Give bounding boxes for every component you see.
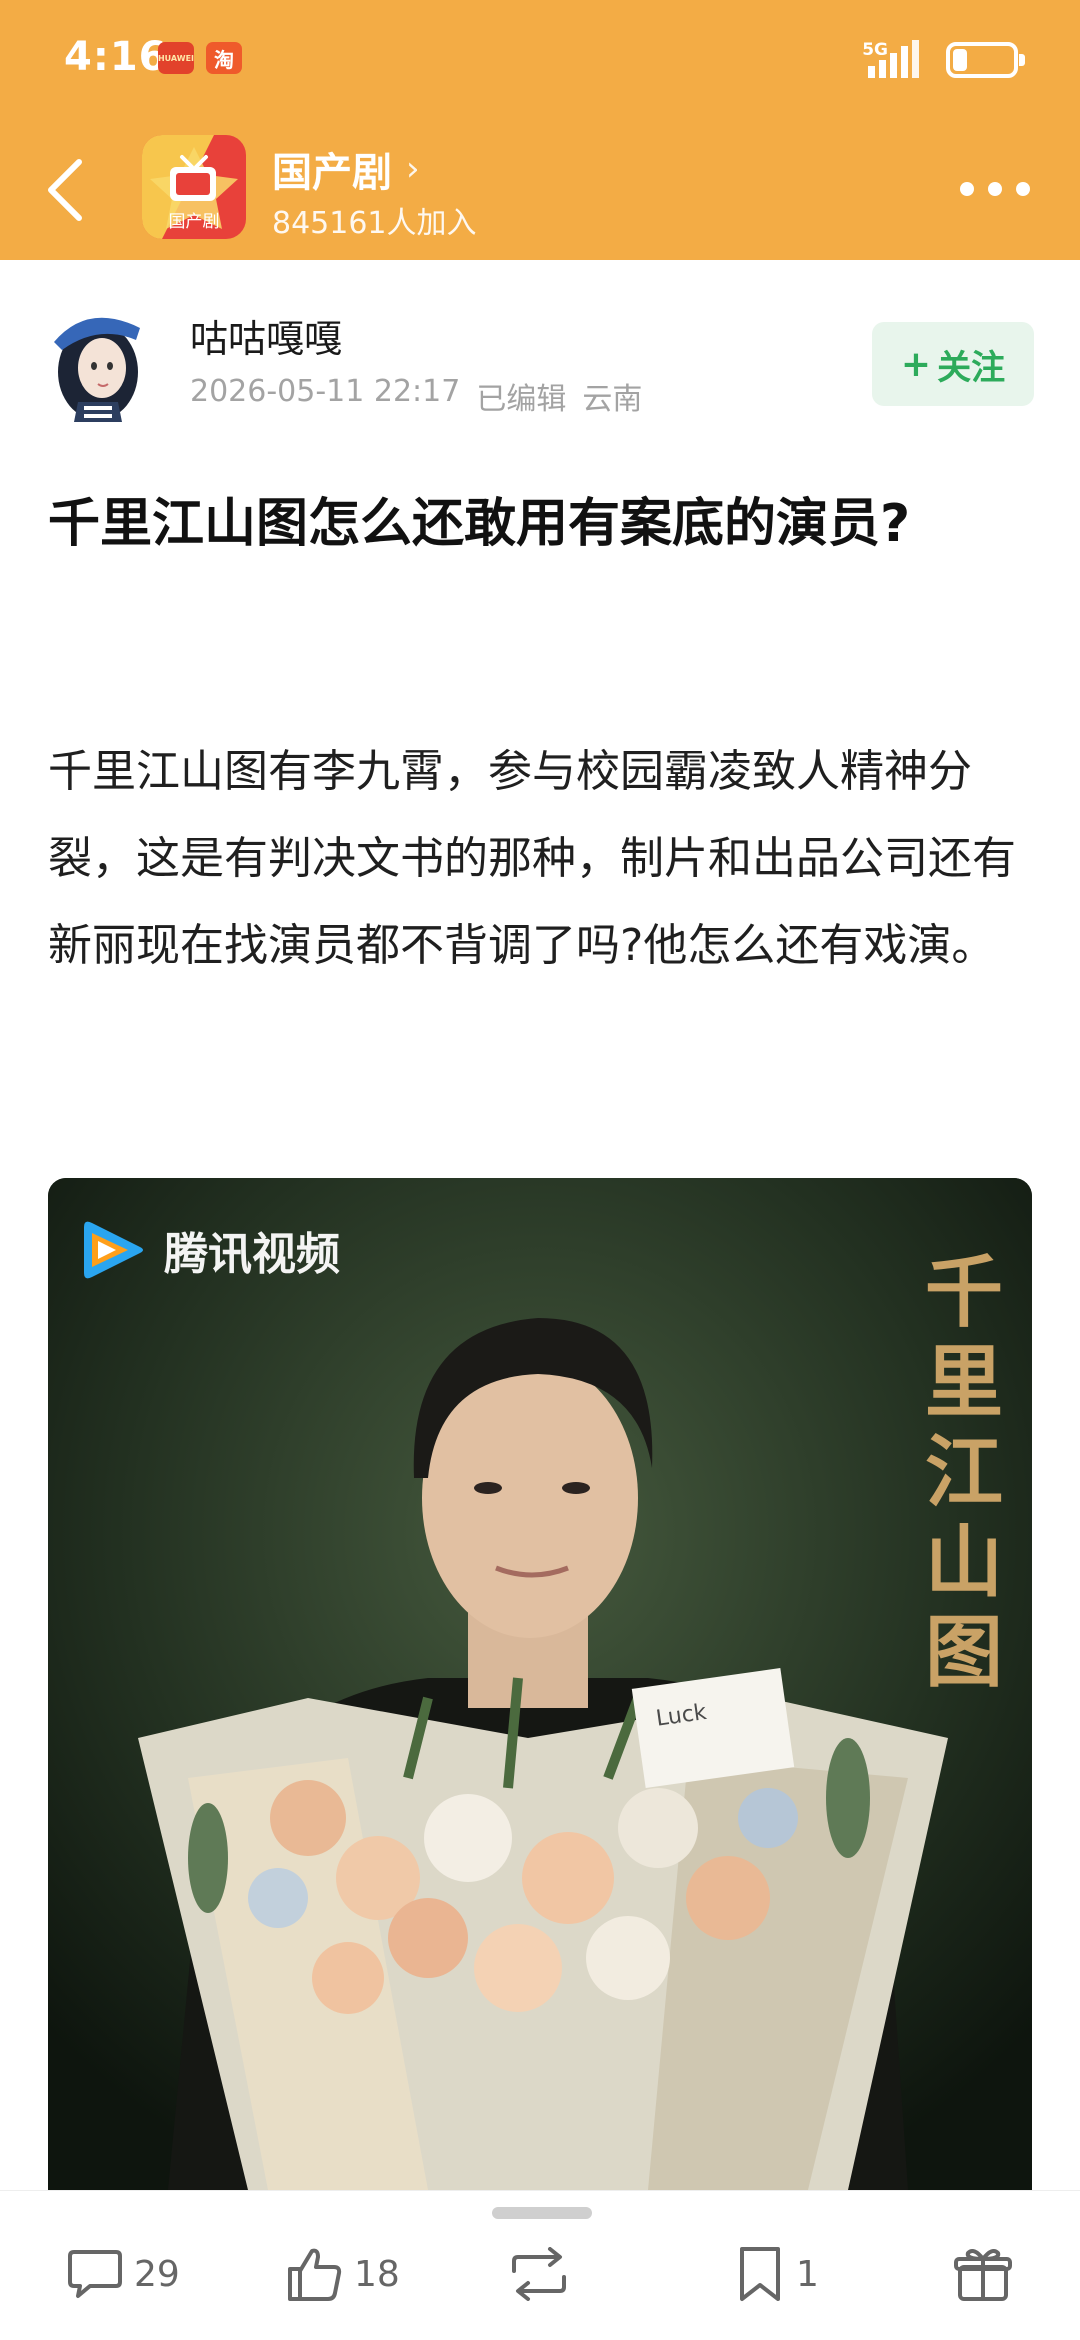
top-header: 4:16 HUAWEI 淘 5G 国产剧 国产剧 › 845161人加入 — [0, 0, 1080, 260]
thumbs-up-icon — [288, 2248, 342, 2301]
group-nav-bar: 国产剧 国产剧 › 845161人加入 — [0, 120, 1080, 260]
actor-photo: Luck — [48, 1178, 1032, 2190]
post-date: 2026-05-11 22:17 — [190, 374, 461, 409]
gift-icon — [954, 2249, 1012, 2301]
plus-icon: + — [900, 343, 932, 385]
drama-logo-char: 江 — [924, 1427, 1003, 1518]
like-button[interactable]: 18 — [286, 2241, 400, 2307]
drama-title-logo: 千 里 江 山 图 — [924, 1248, 1004, 1698]
favorite-count: 1 — [796, 2253, 819, 2295]
tencent-video-watermark: 腾讯视频 — [78, 1218, 340, 1282]
post-image[interactable]: Luck 腾讯视频 千 里 江 山 图 — [48, 1178, 1032, 2190]
watermark-text: 腾讯视频 — [164, 1229, 340, 1280]
huawei-notification-icon: HUAWEI — [158, 42, 194, 74]
bottom-action-bar: 29 18 1 — [0, 2190, 1080, 2340]
post-title: 千里江山图怎么还敢用有案底的演员? — [48, 494, 911, 554]
tencent-video-logo-icon — [84, 1221, 143, 1279]
svg-text:国产剧: 国产剧 — [169, 212, 220, 232]
follow-label: 关注 — [937, 347, 1006, 388]
post-body: 千里江山图有李九霄，参与校园霸凌致人精神分裂，这是有判决文书的那种，制片和出品公… — [48, 746, 1016, 971]
user-avatar-icon — [54, 317, 140, 422]
group-name-link[interactable]: 国产剧 › — [272, 140, 420, 198]
dot-icon — [960, 182, 974, 196]
group-logo[interactable]: 国产剧 — [142, 135, 246, 239]
comment-count: 29 — [134, 2253, 180, 2295]
dot-icon — [1016, 182, 1030, 196]
repost-button[interactable] — [506, 2241, 572, 2307]
post-location: 云南 — [582, 382, 643, 417]
author-name[interactable]: 咕咕嘎嘎 — [190, 308, 342, 363]
more-options-button[interactable] — [950, 164, 1040, 214]
favorite-button[interactable]: 1 — [734, 2241, 819, 2307]
drag-handle[interactable] — [492, 2207, 592, 2219]
battery-icon — [946, 42, 1025, 78]
drama-logo-char: 里 — [924, 1337, 1003, 1428]
tv-group-icon: 国产剧 — [142, 135, 246, 239]
author-row: 咕咕嘎嘎 2026-05-11 22:17 已编辑 云南 + 关注 — [0, 262, 1080, 452]
comment-button[interactable]: 29 — [66, 2241, 180, 2307]
follow-button[interactable]: + 关注 — [872, 322, 1034, 406]
comment-icon — [68, 2250, 122, 2298]
chevron-left-icon — [48, 159, 82, 221]
like-count: 18 — [354, 2253, 400, 2295]
dot-icon — [988, 182, 1002, 196]
drama-logo-char: 山 — [924, 1517, 1003, 1608]
taobao-notification-icon: 淘 — [206, 42, 242, 74]
edited-label: 已编辑 — [476, 382, 567, 417]
group-member-count: 845161人加入 — [272, 206, 477, 241]
repost-icon — [512, 2247, 566, 2301]
status-time: 4:16 — [64, 34, 168, 80]
chevron-right-icon: › — [406, 149, 420, 189]
status-bar: 4:16 HUAWEI 淘 5G — [0, 0, 1080, 120]
group-name: 国产剧 — [272, 150, 392, 196]
drama-logo-char: 千 — [924, 1247, 1003, 1338]
gift-button[interactable] — [954, 2241, 1012, 2307]
back-button[interactable] — [30, 150, 100, 230]
bookmark-icon — [740, 2247, 780, 2301]
avatar[interactable] — [48, 302, 148, 422]
drama-logo-char: 图 — [924, 1607, 1003, 1698]
signal-strength-icon — [868, 40, 919, 78]
post-meta: 2026-05-11 22:17 已编辑 云南 — [190, 374, 642, 418]
